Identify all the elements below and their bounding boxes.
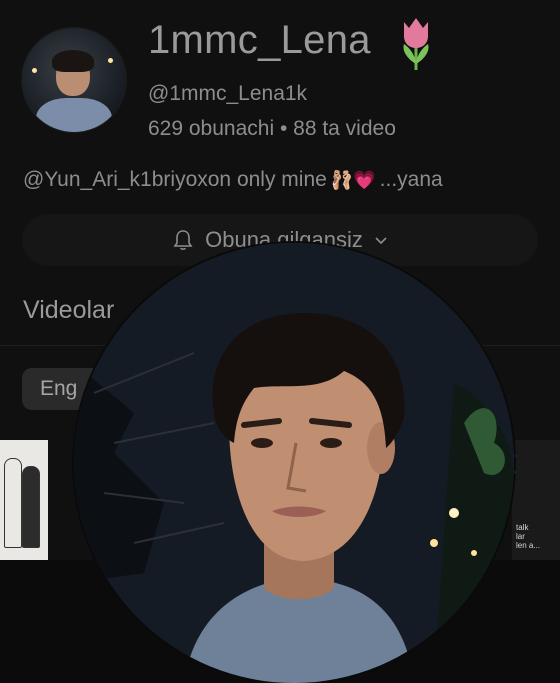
channel-stats: 629 obunachi • 88 ta video (148, 117, 396, 140)
channel-header: 1mmc_Lena @1mmc_Lena1k 629 obunachi • 88… (0, 0, 560, 266)
avatar-preview[interactable] (74, 243, 514, 683)
channel-handle: @1mmc_Lena1k (148, 82, 308, 105)
video-thumbnail-left[interactable] (0, 440, 48, 560)
avatar-hair (52, 50, 94, 72)
tulip-icon (403, 18, 429, 70)
bio-more-link[interactable]: ...yana (380, 168, 443, 192)
channel-avatar[interactable] (22, 28, 126, 132)
channel-name: 1mmc_Lena (148, 18, 371, 62)
channel-bio[interactable]: @Yun_Ari_k1briyoxon only mine 🩰💗 ...yana (23, 168, 443, 192)
video-thumbnail-right[interactable]: talk lar len a... (512, 440, 560, 560)
avatar-photo (74, 243, 514, 683)
thumbnail-figure (4, 458, 22, 548)
bio-text: @Yun_Ari_k1briyoxon only mine (23, 168, 327, 191)
bio-emojis: 🩰💗 (330, 169, 376, 191)
thumbnail-caption: talk lar len a... (516, 523, 541, 550)
thumbnail-figure (22, 466, 40, 548)
avatar-shirt (36, 98, 112, 132)
